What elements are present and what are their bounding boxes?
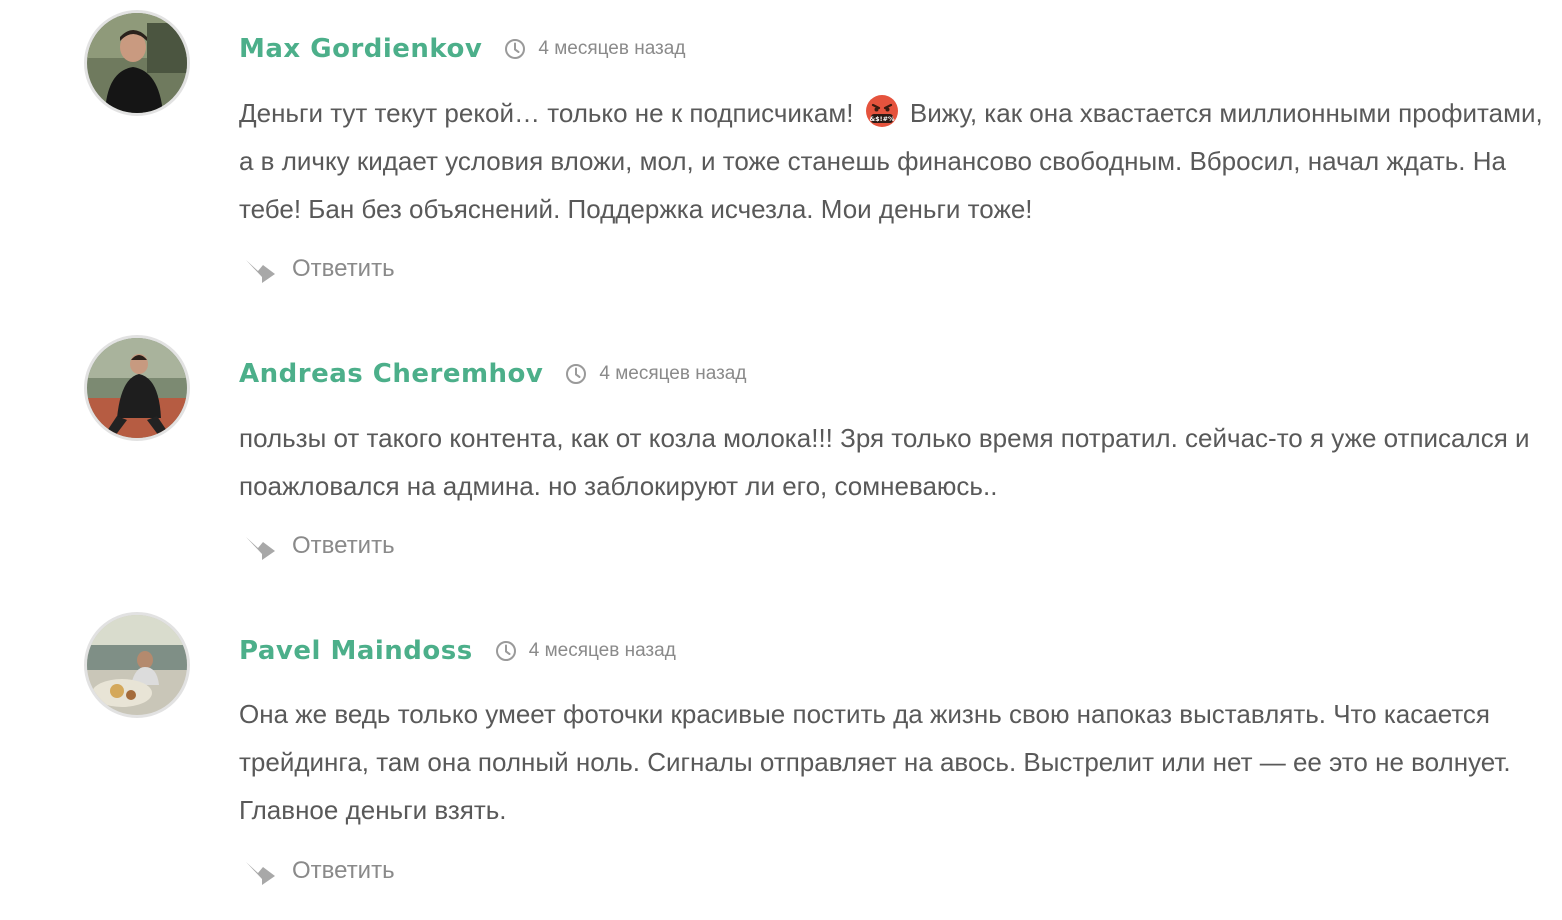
comment-time: 4 месяцев назад [504,38,685,60]
time-label: 4 месяцев назад [538,38,686,59]
avatar-photo [87,615,187,715]
reply-button[interactable]: Ответить [244,249,395,289]
avatar-photo [87,13,187,113]
reply-button[interactable]: Ответить [244,851,395,891]
comment-time: 4 месяцев назад [495,640,676,662]
author-name[interactable]: Andreas Cheremhov [239,359,543,389]
comment-meta: Andreas Cheremhov 4 месяцев назад [239,354,746,394]
comment-meta: Pavel Maindoss 4 месяцев назад [239,631,676,671]
avatar-photo [87,338,187,438]
comment-text: Она же ведь только умеет фоточки красивы… [239,699,1511,825]
comment-text: пользы от такого контента, как от козла … [239,423,1530,501]
reply-arrow-icon [244,531,278,561]
avatar[interactable] [84,10,190,116]
avatar[interactable] [84,612,190,718]
avatar[interactable] [84,335,190,441]
comment-text: Деньги тут текут рекой… только не к подп… [239,89,1549,233]
comment-meta: Max Gordienkov 4 месяцев назад [239,29,685,69]
clock-icon [504,38,526,60]
comment-text-part: Деньги тут текут рекой… только не к подп… [239,98,861,128]
svg-text:&$!#%: &$!#% [869,115,895,123]
reply-button[interactable]: Ответить [244,526,395,566]
author-name[interactable]: Max Gordienkov [239,34,482,64]
face-with-symbols-on-mouth-icon: &$!#% [865,94,899,128]
reply-label: Ответить [292,532,395,559]
reply-label: Ответить [292,857,395,884]
reply-arrow-icon [244,856,278,886]
time-label: 4 месяцев назад [599,363,747,384]
reply-label: Ответить [292,255,395,282]
comment-time: 4 месяцев назад [565,363,746,385]
clock-icon [565,363,587,385]
time-label: 4 месяцев назад [528,640,676,661]
reply-arrow-icon [244,254,278,284]
clock-icon [495,640,517,662]
author-name[interactable]: Pavel Maindoss [239,636,473,666]
